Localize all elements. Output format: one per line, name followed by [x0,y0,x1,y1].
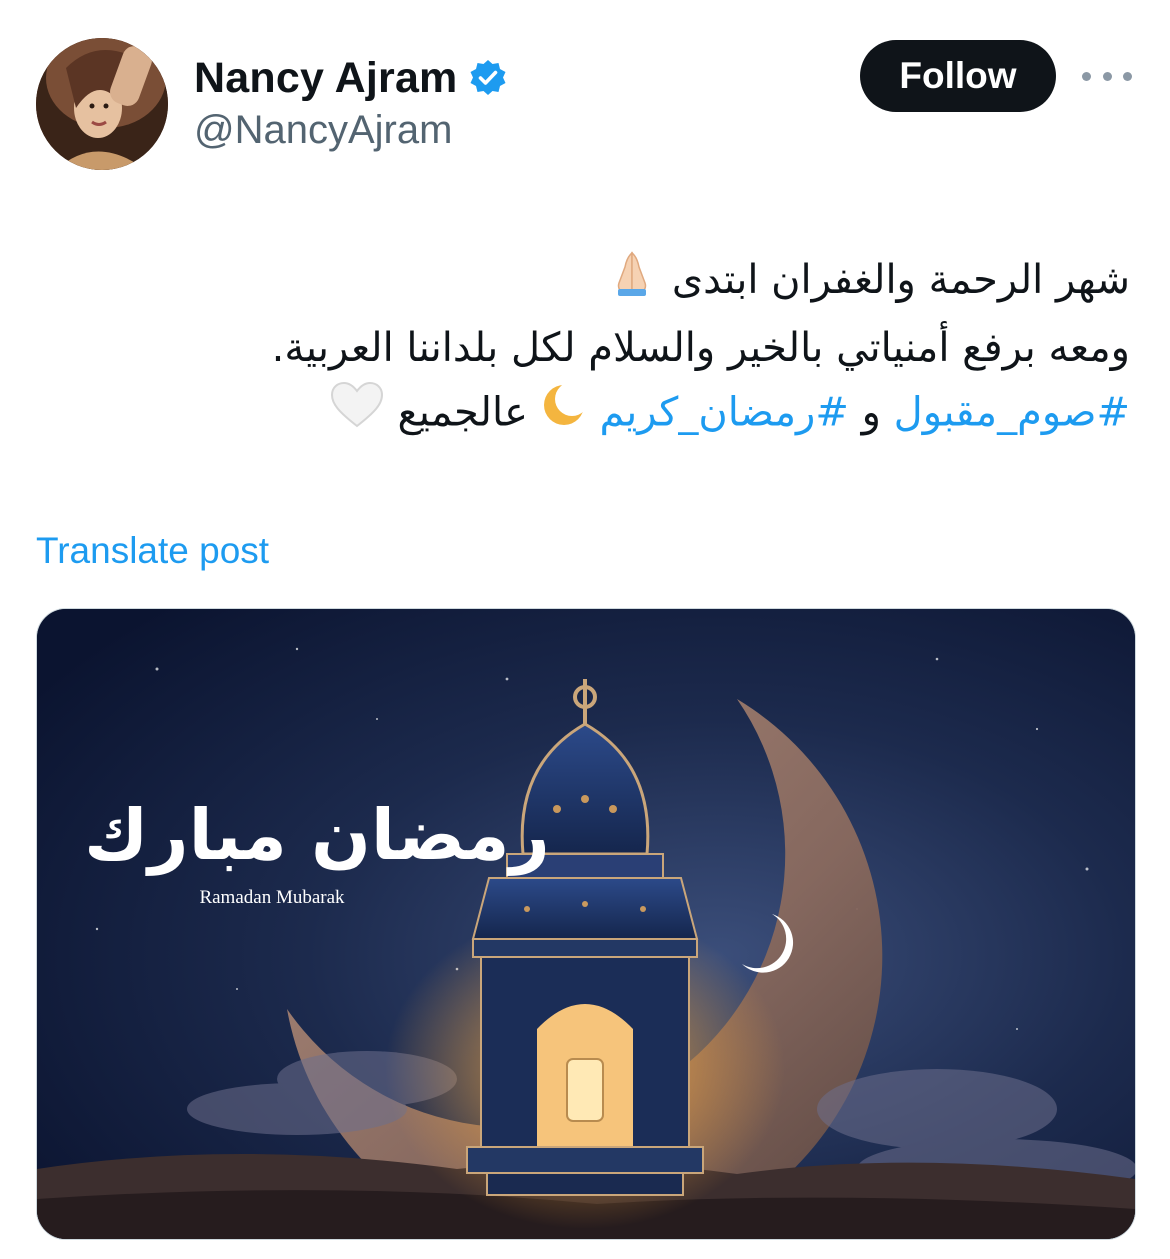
crescent-moon-emoji-icon [541,381,589,447]
display-name-row: Nancy Ajram [194,50,508,106]
white-heart-emoji-icon [329,380,385,449]
more-dot [1102,71,1112,81]
verified-badge-icon [468,58,508,98]
folded-hands-emoji-icon [605,249,659,316]
translate-post-link[interactable]: Translate post [36,530,269,572]
more-dot [1082,71,1091,81]
more-options-icon[interactable] [1082,58,1132,94]
hashtag-link[interactable]: #رمضان_كريم [599,389,848,435]
connector-text: و [861,389,881,435]
tail-text: عالجميع [397,389,529,435]
author-block: Nancy Ajram @NancyAjram [194,50,508,153]
follow-button[interactable]: Follow [860,40,1056,112]
tweet-media-image[interactable]: رمضان مبارك Ramadan Mubarak [36,608,1136,1240]
tweet-text: شهر الرحمة والغفران ابتدى ومعه برفع أمني… [130,248,1130,449]
avatar[interactable] [36,38,168,170]
author-handle[interactable]: @NancyAjram [194,108,508,153]
display-name[interactable]: Nancy Ajram [194,54,458,103]
more-dot [1123,71,1132,81]
ramadan-caption: Ramadan Mubarak [199,887,345,908]
tweet-header: Nancy Ajram @NancyAjram Follow [0,0,1170,200]
tweet-line-2: ومعه برفع أمنياتي بالخير والسلام لكل بلد… [271,324,1130,371]
hashtag-link[interactable]: #صوم_مقبول [894,389,1130,435]
ramadan-calligraphy: رمضان مبارك [84,794,550,876]
tweet-line-1: شهر الرحمة والغفران ابتدى [130,248,1130,316]
tweet-line-1-text: شهر الرحمة والغفران ابتدى [671,257,1130,303]
tweet-line-3: #صوم_مقبول و #رمضان_كريم عالجميع [130,380,1130,449]
